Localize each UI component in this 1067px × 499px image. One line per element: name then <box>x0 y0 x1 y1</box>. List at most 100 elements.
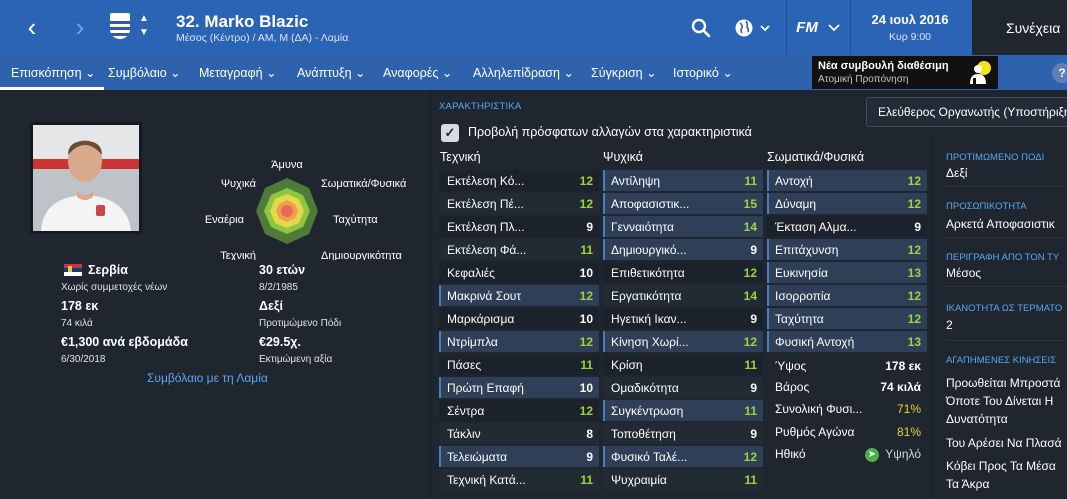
attribute-row[interactable]: Τεχνική Κατά... 11 <box>439 469 599 490</box>
attribute-name: Αποφασιστικ... <box>611 197 690 211</box>
attribute-value: 9 <box>750 427 757 441</box>
serbia-flag-icon <box>64 264 82 276</box>
morale-arrow-icon: ➤ <box>865 448 879 462</box>
attribute-row[interactable]: Εκτέλεση Κό... 12 <box>439 170 599 191</box>
attribute-row[interactable]: Έκταση Αλμα... 9 <box>767 216 927 237</box>
preferred-foot: Δεξί <box>259 299 283 313</box>
radar-label-aerial: Εναέρια <box>205 214 245 226</box>
attribute-row[interactable]: Κίνηση Χωρί... 12 <box>603 331 763 352</box>
attribute-row[interactable]: Κεφαλιές 10 <box>439 262 599 283</box>
attribute-row[interactable]: Πάσες 11 <box>439 354 599 375</box>
fm-menu-button[interactable]: FM <box>790 0 848 55</box>
attribute-row[interactable]: Ταχύτητα 12 <box>767 308 927 329</box>
attribute-row[interactable]: Ομαδικότητα 9 <box>603 377 763 398</box>
attribute-row[interactable]: Ψυχραιμία 11 <box>603 469 763 490</box>
attribute-row[interactable]: Επιθετικότητα 12 <box>603 262 763 283</box>
attribute-value: 9 <box>750 312 757 326</box>
media-heading: ΠΕΡΙΓΡΑΦΗ ΑΠΟ ΤΟΝ ΤΥ <box>946 252 1060 263</box>
attribute-row[interactable]: Γενναιότητα 14 <box>603 216 763 237</box>
search-icon[interactable] <box>686 0 716 55</box>
attribute-name: Συγκέντρωση <box>611 404 684 418</box>
detail-label: Συνολική Φυσι... <box>775 402 863 416</box>
radar-label-speed: Ταχύτητα <box>333 214 378 226</box>
attribute-name: Μαρκάρισμα <box>447 312 515 326</box>
detail-value: 81% <box>896 425 921 439</box>
tab-transfer[interactable]: Μεταγραφή ⌄ <box>199 55 277 90</box>
tab-comparison[interactable]: Σύγκριση ⌄ <box>591 55 657 90</box>
tab-development[interactable]: Ανάπτυξη ⌄ <box>297 55 366 90</box>
attribute-row[interactable]: Μακρινά Σουτ 12 <box>439 285 599 306</box>
recent-change-marker <box>603 193 605 214</box>
nationality[interactable]: Σερβία <box>88 263 128 277</box>
attribute-row[interactable]: Δύναμη 12 <box>767 193 927 214</box>
attribute-value: 9 <box>586 450 593 464</box>
attribute-row[interactable]: Φυσικό Ταλέ... 12 <box>603 446 763 467</box>
recent-change-marker <box>767 193 769 214</box>
recent-changes-checkbox[interactable]: ✓ <box>441 124 459 142</box>
chevron-up-icon[interactable]: ▲ <box>139 13 149 24</box>
attribute-row[interactable]: Ευκινησία 13 <box>767 262 927 283</box>
attribute-name: Εκτέλεση Πλ... <box>447 220 525 234</box>
radar-label-mental: Ψυχικά <box>221 178 257 190</box>
attribute-row[interactable]: Συγκέντρωση 11 <box>603 400 763 421</box>
separator <box>946 237 1067 238</box>
tab-reports[interactable]: Αναφορές ⌄ <box>383 55 452 90</box>
attribute-name: Ισορροπία <box>775 289 831 303</box>
help-icon[interactable]: ? <box>1052 63 1067 83</box>
club-crest-icon <box>110 13 130 39</box>
attribute-value: 11 <box>580 243 593 257</box>
attribute-row[interactable]: Ηγετική Ικαν... 9 <box>603 308 763 329</box>
attribute-name: Έκταση Αλμα... <box>775 220 857 234</box>
tab-history[interactable]: Ιστορικό ⌄ <box>673 55 733 90</box>
attribute-row[interactable]: Ισορροπία 12 <box>767 285 927 306</box>
tab-contract[interactable]: Συμβόλαιο ⌄ <box>108 55 181 90</box>
move-item: Δυνατότητα <box>946 412 1008 426</box>
attribute-row[interactable]: Εκτέλεση Φά... 11 <box>439 239 599 260</box>
attribute-name: Πάσες <box>447 358 482 372</box>
attribute-row[interactable]: Εκτέλεση Πλ... 9 <box>439 216 599 237</box>
attribute-name: Επιθετικότητα <box>611 266 685 280</box>
attribute-row[interactable]: Αντοχή 12 <box>767 170 927 191</box>
attribute-row[interactable]: Εργατικότητα 14 <box>603 285 763 306</box>
attribute-name: Τάκλιν <box>447 427 481 441</box>
tab-interaction[interactable]: Αλληλεπίδραση ⌄ <box>473 55 574 90</box>
news-subtitle: Ατομική Προπόνηση <box>818 74 909 85</box>
attribute-row[interactable]: Σέντρα 12 <box>439 400 599 421</box>
detail-label: Ύψος <box>775 359 807 373</box>
move-item: Προωθείται Μπροστά <box>946 376 1061 390</box>
contract-link[interactable]: Συμβόλαιο με τη Λαμία <box>147 371 268 385</box>
recent-change-marker <box>603 239 605 260</box>
attribute-row[interactable]: Αντίληψη 11 <box>603 170 763 191</box>
recent-change-marker <box>767 170 769 191</box>
role-select[interactable]: Ελεύθερος Οργανωτής (Υποστήριξη) <box>866 97 1067 127</box>
attribute-row[interactable]: Ντρίμπλα 12 <box>439 331 599 352</box>
attribute-row[interactable]: Κρίση 11 <box>603 354 763 375</box>
attribute-row[interactable]: Τοποθέτηση 9 <box>603 423 763 444</box>
news-notification[interactable]: Νέα συμβουλή διαθέσιμη Ατομική Προπόνηση <box>812 56 998 89</box>
attribute-row[interactable]: Δημιουργικό... 9 <box>603 239 763 260</box>
attribute-name: Τελειώματα <box>447 450 508 464</box>
attribute-row[interactable]: Επιτάχυνση 12 <box>767 239 927 260</box>
tab-overview[interactable]: Επισκόπηση ⌄ <box>0 55 104 90</box>
attribute-name: Κρίση <box>611 358 643 372</box>
attribute-row[interactable]: Τελειώματα 9 <box>439 446 599 467</box>
attribute-row[interactable]: Τάκλιν 8 <box>439 423 599 444</box>
back-button[interactable]: ‹ <box>17 12 47 42</box>
player-photo <box>30 122 142 234</box>
continue-button[interactable]: Συνέχεια <box>972 0 1067 55</box>
attribute-value: 11 <box>580 358 593 372</box>
separator <box>946 286 1067 287</box>
globe-icon[interactable] <box>730 0 774 55</box>
attribute-name: Τοποθέτηση <box>611 427 676 441</box>
attribute-row[interactable]: Μαρκάρισμα 10 <box>439 308 599 329</box>
recent-change-marker <box>767 285 769 306</box>
attribute-row[interactable]: Φυσική Αντοχή 13 <box>767 331 927 352</box>
attribute-row[interactable]: Αποφασιστικ... 15 <box>603 193 763 214</box>
attribute-row[interactable]: Πρώτη Επαφή 10 <box>439 377 599 398</box>
forward-button[interactable]: › <box>65 12 95 42</box>
chevron-down-icon[interactable]: ▼ <box>139 27 149 38</box>
attribute-row[interactable]: Εκτέλεση Πέ... 12 <box>439 193 599 214</box>
recent-changes-label[interactable]: Προβολή πρόσφατων αλλαγών στα χαρακτηρισ… <box>468 125 752 139</box>
attribute-value: 12 <box>743 450 757 464</box>
recent-change-marker <box>767 262 769 283</box>
